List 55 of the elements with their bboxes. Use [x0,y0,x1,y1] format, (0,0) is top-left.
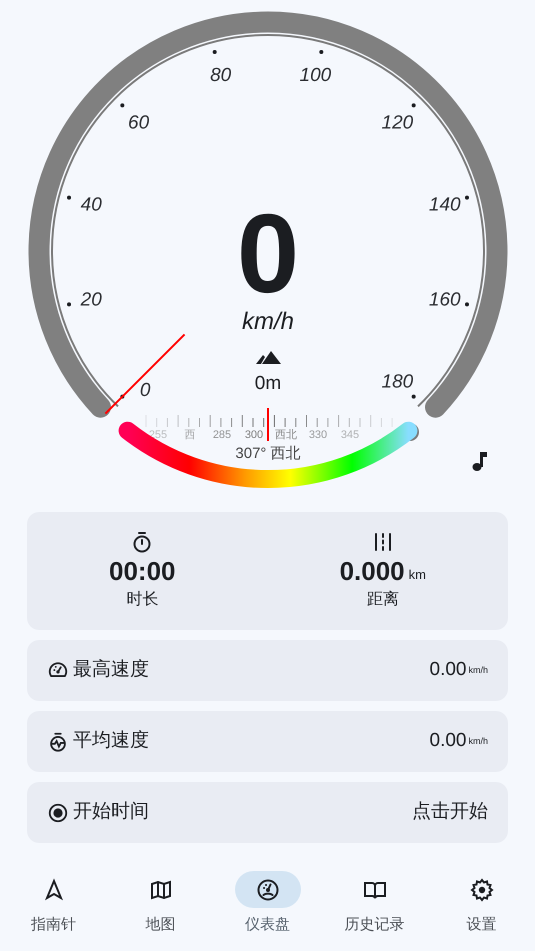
scale-dot [67,302,72,306]
stat-unit: km/h [468,664,488,677]
heading-marker [267,408,269,441]
summary-label: 时长 [126,590,158,610]
settings-icon [470,878,494,902]
stat-value: 0.00 [430,729,466,754]
summary-value: 00:00 [109,558,176,584]
scale-dot [464,196,469,200]
music-icon [472,452,487,471]
compass-label: 330 [308,429,328,441]
scale-dot [412,394,416,399]
scale-label: 180 [382,371,414,392]
stat-label: 平均速度 [73,729,150,754]
altitude-reading: 0m [254,373,282,394]
scale-dot [120,103,124,108]
scale-label: 140 [428,194,461,216]
scale-label: 60 [128,112,150,134]
scale-label: 120 [382,112,414,134]
nav-tab[interactable]: 历史记录 [321,871,428,936]
stat-unit: km/h [468,734,488,748]
record-icon [47,802,69,824]
scale-dot [120,394,124,399]
stat-value: 点击开始 [412,800,488,824]
scale-dot [67,196,72,200]
nav-tab[interactable]: 设置 [428,871,535,936]
speedometer-icon [256,878,280,902]
compass-reading: 307° 西北 [235,445,301,462]
stopwatch-icon [47,730,69,752]
nav-tab[interactable]: 地图 [107,871,214,936]
scale-label: 40 [80,194,102,216]
compass-label: 285 [212,429,232,441]
scale-dot [412,103,416,108]
stat-row[interactable]: 开始时间 点击开始 [27,782,508,843]
nav-tab[interactable]: 指南针 [0,871,107,936]
scale-label: 80 [210,65,232,86]
compass-label: 西 [184,429,196,441]
stat-label: 最高速度 [73,658,150,682]
stat-value: 0.00 [430,658,466,682]
scale-label: 20 [80,289,102,310]
scale-label: 100 [300,65,332,86]
summary-label: 距离 [366,590,399,610]
scale-label: 160 [428,289,461,310]
nav-tab[interactable]: 仪表盘 [214,871,321,936]
summary-value: 0.000 [340,558,405,584]
stat-label: 开始时间 [73,800,150,824]
compass-label: 300 [244,429,264,441]
scale-dot [319,50,324,54]
compass-label: 345 [340,429,360,441]
scale-label: 0 [140,380,150,401]
compass-label: 西北 [275,429,297,441]
mountain-icon [256,351,281,364]
scale-dot [464,302,469,306]
summary-unit: km [408,566,426,584]
scale-dot [212,50,217,54]
map-icon [148,878,172,902]
